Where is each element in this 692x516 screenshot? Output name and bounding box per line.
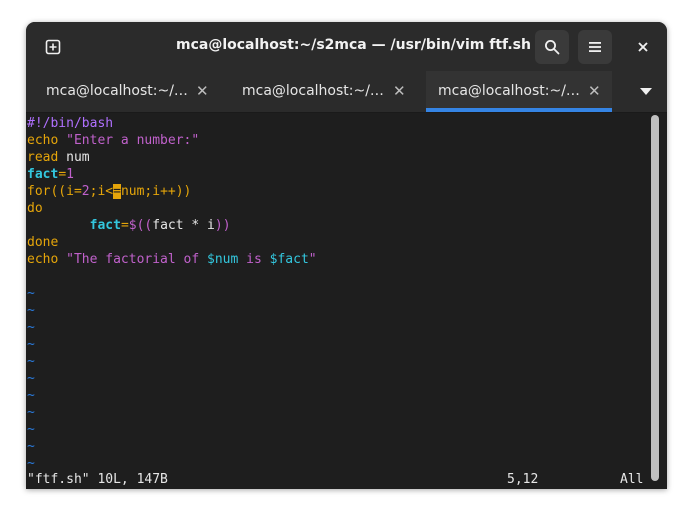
code-line-6: do (27, 200, 43, 217)
argument: num (58, 150, 90, 165)
tab-close-icon[interactable]: ✕ (588, 71, 601, 112)
keyword: echo (27, 133, 59, 148)
tab-bar: mca@localhost:~/… ✕ mca@localhost:~/… ✕ … (26, 71, 667, 113)
keyword: num;i++)) (120, 184, 192, 199)
empty-line-marker: ~ (27, 286, 35, 301)
empty-line-marker: ~ (27, 303, 35, 318)
tab-close-icon[interactable]: ✕ (393, 71, 406, 112)
new-tab-icon (45, 39, 61, 55)
number: 2 (81, 184, 90, 199)
expression: fact * i (152, 218, 215, 233)
tab-2[interactable]: mca@localhost:~/… ✕ (222, 71, 418, 112)
tab-label: mca@localhost:~/… (438, 83, 580, 99)
code-line-3: read num (27, 149, 90, 166)
tab-label: mca@localhost:~/… (242, 83, 384, 99)
main-menu-button[interactable] (578, 30, 612, 64)
code-line-8: done (27, 234, 58, 251)
empty-line-marker: ~ (27, 422, 35, 437)
tab-list-dropdown-icon (640, 87, 652, 95)
empty-line-marker: ~ (27, 439, 35, 454)
header-bar: mca@localhost:~/s2mca — /usr/bin/vim ftf… (26, 22, 667, 71)
close-window-button[interactable] (626, 30, 660, 64)
keyword: for((i= (27, 184, 82, 199)
code-line-7: fact=$((fact * i)) (27, 217, 231, 234)
arith-close: )) (214, 218, 231, 233)
new-tab-button[interactable] (36, 30, 70, 64)
scrollbar[interactable] (651, 115, 659, 481)
string: " (308, 252, 317, 267)
tab-list-button[interactable] (626, 71, 666, 112)
search-icon (545, 40, 560, 55)
terminal-content[interactable]: #!/bin/bash echo "Enter a number:" read … (26, 113, 667, 489)
hamburger-menu-icon (589, 42, 601, 52)
code-line-1: #!/bin/bash (27, 115, 113, 132)
keyword: echo (27, 252, 59, 267)
search-button[interactable] (535, 30, 569, 64)
empty-line-marker: ~ (27, 405, 35, 420)
variable: $num (207, 252, 239, 267)
tab-close-icon[interactable]: ✕ (196, 71, 209, 112)
code-line-2: echo "Enter a number:" (27, 132, 199, 149)
string: "Enter a number:" (66, 133, 200, 148)
empty-line-marker: ~ (27, 371, 35, 386)
keyword: ;i< (89, 184, 114, 199)
keyword: do (27, 201, 43, 216)
status-cursor-position: 5,12 (507, 472, 539, 487)
operator: = (58, 167, 67, 182)
variable: fact (27, 167, 59, 182)
variable: $fact (269, 252, 309, 267)
tab-1[interactable]: mca@localhost:~/… ✕ (26, 71, 222, 112)
empty-line-marker: ~ (27, 354, 35, 369)
arith-open: $(( (128, 218, 153, 233)
tab-label: mca@localhost:~/… (46, 83, 188, 99)
empty-line-marker: ~ (27, 337, 35, 352)
keyword: done (27, 235, 59, 250)
tab-3-active[interactable]: mca@localhost:~/… ✕ (426, 71, 612, 112)
operator: = (120, 218, 129, 233)
empty-line-marker: ~ (27, 320, 35, 335)
string: is (238, 252, 270, 267)
status-file-info: "ftf.sh" 10L, 147B (27, 472, 168, 487)
terminal-window: mca@localhost:~/s2mca — /usr/bin/vim ftf… (26, 22, 667, 489)
code-line-9: echo "The factorial of $num is $fact" (27, 251, 317, 268)
status-scroll-position: All (620, 472, 644, 487)
window-title: mca@localhost:~/s2mca — /usr/bin/vim ftf… (176, 37, 531, 53)
string: "The factorial of (66, 252, 208, 267)
text-cursor: = (113, 184, 121, 199)
number: 1 (66, 167, 74, 182)
code-line-4: fact=1 (27, 166, 74, 183)
keyword: read (27, 150, 59, 165)
shebang: #!/bin/bash (27, 116, 114, 131)
variable: fact (89, 218, 121, 233)
empty-line-marker: ~ (27, 388, 35, 403)
close-icon (638, 42, 648, 52)
empty-line-marker: ~ (27, 456, 35, 471)
active-tab-indicator (426, 108, 612, 112)
code-line-5: for((i=2;i<=num;i++)) (27, 183, 191, 200)
